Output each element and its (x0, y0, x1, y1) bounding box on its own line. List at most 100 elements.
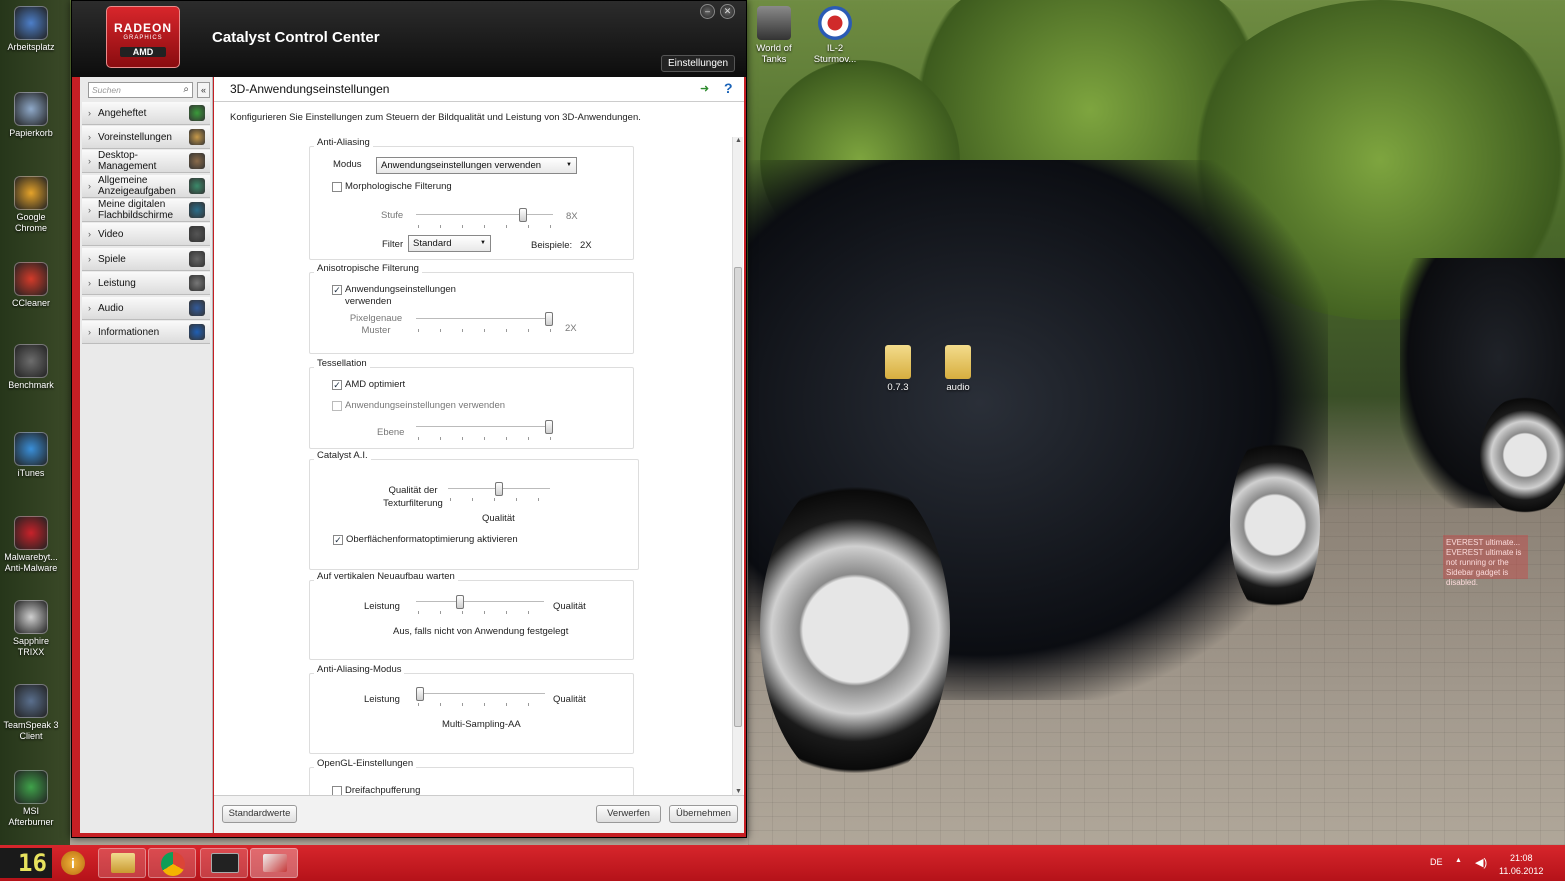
desktop-icon-teamspeak[interactable]: TeamSpeak 3 Client (2, 684, 60, 742)
vsync-slider-track (416, 601, 544, 603)
surface-format-checkbox[interactable]: ✓ (333, 535, 343, 545)
background-wheel (760, 470, 950, 790)
defaults-button[interactable]: Standardwerte (222, 805, 297, 823)
chevron-right-icon: › (88, 132, 91, 142)
desktop-icon-benchmark[interactable]: Benchmark (2, 344, 60, 391)
desktop-icon-msi-afterburner[interactable]: MSI Afterburner (2, 770, 60, 828)
vsync-slider-ticks (418, 611, 544, 614)
taskbar-everest[interactable] (200, 848, 248, 878)
scroll-down-icon[interactable]: ▼ (735, 788, 742, 795)
sidebar-item-leistung[interactable]: › Leistung (82, 272, 210, 295)
sidebar-item-angeheftet[interactable]: › Angeheftet (82, 102, 210, 125)
desktop-icon-malwarebytes[interactable]: Malwarebyt... Anti-Malware (2, 516, 60, 574)
group-vsync: Auf vertikalen Neuaufbau warten Leistung… (309, 571, 634, 660)
tess-amd-checkbox[interactable]: ✓ (332, 380, 342, 390)
page-description: Konfigurieren Sie Einstellungen zum Steu… (230, 112, 641, 123)
ccleaner-icon (14, 262, 48, 296)
sidebar-item-label: Voreinstellungen (98, 131, 172, 143)
group-anti-aliasing: Anti-Aliasing Modus Anwendungseinstellun… (309, 137, 634, 260)
sidebar-item-spiele[interactable]: › Spiele (82, 248, 210, 271)
everest-icon (211, 853, 239, 873)
sidebar-item-label: Video (98, 228, 124, 240)
stufe-slider[interactable] (519, 208, 528, 222)
help-icon[interactable]: ? (724, 80, 733, 96)
ebene-slider-track (416, 426, 553, 428)
sidebar-item-audio[interactable]: › Audio (82, 297, 210, 320)
desktop-icon-itunes[interactable]: iTunes (2, 432, 60, 479)
aa-mode-slider[interactable] (416, 687, 424, 701)
quality-slider-ticks (450, 498, 550, 501)
desktop-icon-arbeitsplatz[interactable]: Arbeitsplatz (2, 6, 60, 53)
filter-select[interactable]: Standard ▼ (408, 235, 491, 252)
chevron-right-icon: › (88, 278, 91, 288)
tray-arrow-icon[interactable]: ▲ (1455, 857, 1462, 864)
sidebar-item-icon (189, 251, 205, 267)
desktop-folder-073[interactable]: 0.7.3 (868, 345, 928, 393)
start-button[interactable]: 16 (0, 848, 52, 878)
desktop-icon-ccleaner[interactable]: CCleaner (2, 262, 60, 309)
sidebar-item-allgemeine-anzeigeaufgaben[interactable]: › Allgemeine Anzeigeaufgaben (82, 175, 210, 198)
sidebar-item-voreinstellungen[interactable]: › Voreinstellungen (82, 126, 210, 149)
sidebar-item-label: Leistung (98, 277, 136, 289)
search-input[interactable]: Suchen ⌕ (88, 82, 193, 98)
scroll-thumb[interactable] (734, 267, 742, 727)
pin-icon[interactable]: ➜ (700, 82, 709, 95)
sidebar-item-label: Audio (98, 302, 124, 314)
window-header[interactable]: RADEON GRAPHICS AMD Catalyst Control Cen… (72, 1, 746, 77)
sidebar-item-label: Angeheftet (98, 107, 147, 119)
chevron-right-icon: › (88, 156, 91, 166)
chevron-down-icon: ▼ (480, 240, 486, 246)
apply-button[interactable]: Übernehmen (669, 805, 738, 823)
catalyst-icon (263, 854, 287, 872)
sidebar-item-video[interactable]: › Video (82, 223, 210, 246)
world-of-tanks-icon (757, 6, 791, 40)
volume-icon[interactable]: ◀) (1475, 856, 1487, 869)
sidebar-item-icon (189, 105, 205, 121)
page-title: 3D-Anwendungseinstellungen ➜ ? (214, 77, 744, 102)
aniso-app-settings-checkbox[interactable]: ✓ (332, 285, 342, 295)
taskbar-explorer[interactable] (98, 848, 146, 878)
minimize-button[interactable]: – (700, 4, 715, 19)
taskbar-chrome[interactable] (148, 848, 196, 878)
group-tessellation: Tessellation ✓ AMD optimiert Anwendungse… (309, 358, 634, 449)
msi-afterburner-icon (14, 770, 48, 804)
sidebar-item-meine-digitalen-flachbildschirme[interactable]: › Meine digitalen Flachbildschirme (82, 199, 210, 222)
taskbar: 16 i DE ▲ ◀) 21:08 11.06.2012 (0, 845, 1565, 881)
info-icon: i (61, 851, 85, 875)
chevron-down-icon: ▼ (566, 162, 572, 168)
desktop-folder-audio[interactable]: audio (928, 345, 988, 393)
tray-time[interactable]: 21:08 (1510, 853, 1533, 863)
desktop-icon-sapphire-trixx[interactable]: Sapphire TRIXX (2, 600, 60, 658)
tray-language[interactable]: DE (1430, 857, 1443, 867)
taskbar-catalyst[interactable] (250, 848, 298, 878)
close-button[interactable]: ✕ (720, 4, 735, 19)
aa-mode-slider-track (416, 693, 545, 695)
desktop-icon-google-chrome[interactable]: Google Chrome (2, 176, 60, 234)
ebene-slider[interactable] (545, 420, 553, 434)
everest-gadget[interactable]: EVEREST ultimate... EVEREST ultimate is … (1443, 535, 1528, 587)
app-title: Catalyst Control Center (212, 29, 380, 46)
teamspeak-icon (14, 684, 48, 718)
sidebar-item-desktop-management[interactable]: › Desktop-Management (82, 150, 210, 173)
tess-app-checkbox[interactable] (332, 401, 342, 411)
sidebar-item-label: Desktop-Management (98, 150, 157, 172)
settings-button[interactable]: Einstellungen (661, 55, 736, 72)
tray-date[interactable]: 11.06.2012 (1499, 866, 1543, 876)
desktop-icon-papierkorb[interactable]: Papierkorb (2, 92, 60, 139)
benchmark-icon (14, 344, 48, 378)
taskbar-info[interactable]: i (55, 848, 91, 878)
discard-button[interactable]: Verwerfen (596, 805, 661, 823)
scroll-up-icon[interactable]: ▲ (735, 137, 742, 144)
collapse-sidebar-button[interactable]: « (197, 82, 210, 98)
content-scrollbar[interactable]: ▲ ▼ (732, 137, 743, 795)
sidebar-item-informationen[interactable]: › Informationen (82, 321, 210, 344)
vsync-slider[interactable] (455, 595, 464, 609)
texture-quality-slider[interactable] (495, 482, 503, 496)
aa-mode-select[interactable]: Anwendungseinstellungen verwenden ▼ (376, 157, 577, 174)
morph-filter-checkbox[interactable] (332, 182, 342, 192)
sidebar-item-icon (189, 300, 205, 316)
pixel-slider[interactable] (545, 312, 553, 326)
desktop-icon-world-of-tanks[interactable]: World of Tanks (744, 6, 804, 65)
desktop-icon-il2[interactable]: IL-2 Sturmov... (805, 6, 865, 65)
sidebar-item-icon (189, 226, 205, 242)
